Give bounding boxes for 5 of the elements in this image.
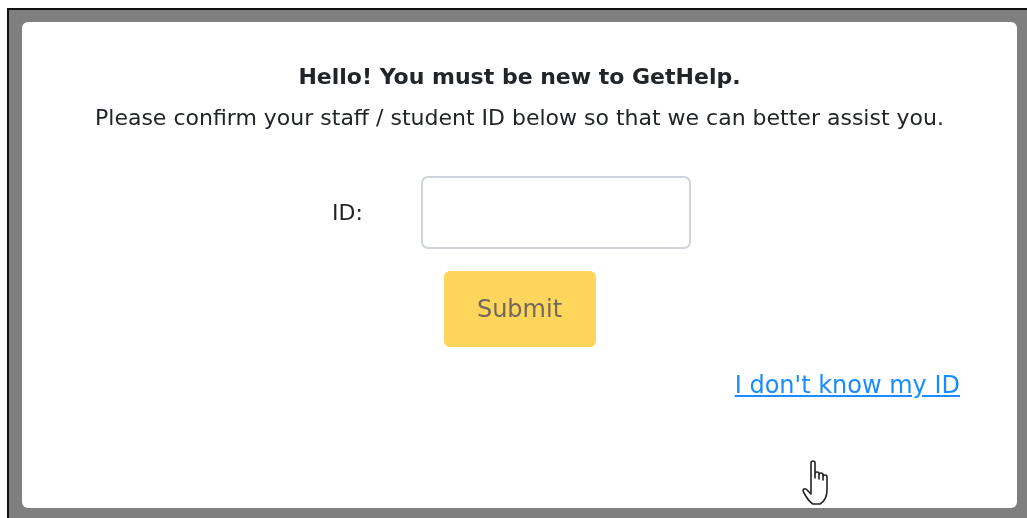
dialog-title: Hello! You must be new to GetHelp. bbox=[298, 63, 741, 91]
help-link[interactable]: I don't know my ID bbox=[734, 371, 960, 399]
id-input-field[interactable] bbox=[420, 176, 691, 249]
id-label: ID: bbox=[332, 200, 363, 225]
dialog-message: Please confirm your staff / student ID below so that we can better assist you. bbox=[95, 104, 944, 132]
